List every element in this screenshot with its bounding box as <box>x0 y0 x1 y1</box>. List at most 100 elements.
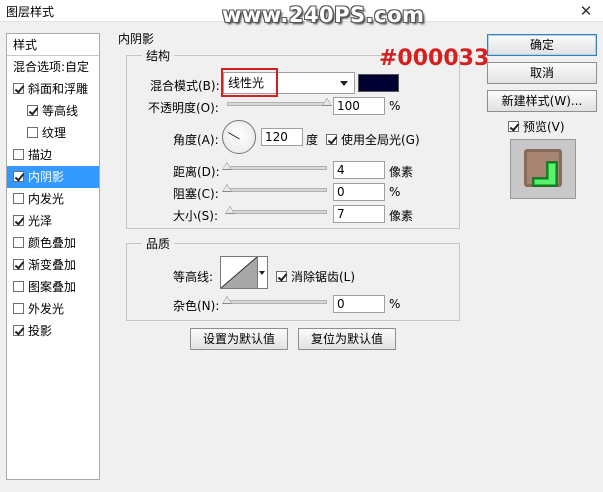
style-list-item[interactable]: 纹理 <box>7 122 99 144</box>
style-list-label: 描边 <box>28 148 53 162</box>
choke-label: 阻塞(C): <box>173 187 219 201</box>
size-input[interactable]: 7 <box>333 205 385 223</box>
distance-label: 距离(D): <box>173 165 220 179</box>
reset-default-button[interactable]: 复位为默认值 <box>298 328 396 350</box>
shadow-color-swatch[interactable] <box>358 74 399 92</box>
window-title: 图层样式 <box>6 5 55 19</box>
structure-title: 结构 <box>142 47 175 64</box>
preview-label: 预览(V) <box>523 120 565 134</box>
contour-label: 等高线: <box>173 270 214 284</box>
angle-label: 角度(A): <box>173 133 219 147</box>
angle-needle <box>227 132 240 140</box>
make-default-button[interactable]: 设置为默认值 <box>190 328 288 350</box>
style-list: 样式混合选项:自定斜面和浮雕等高线纹理描边内阴影内发光光泽颜色叠加渐变叠加图案叠… <box>6 33 100 480</box>
style-list-checkbox[interactable] <box>13 149 24 160</box>
style-list-item[interactable]: 内阴影 <box>7 166 99 188</box>
choke-input[interactable]: 0 <box>333 183 385 201</box>
size-slider[interactable] <box>227 210 327 214</box>
global-light-checkbox[interactable]: 使用全局光(G) <box>326 131 420 148</box>
style-list-checkbox[interactable] <box>13 281 24 292</box>
style-list-item[interactable]: 斜面和浮雕 <box>7 78 99 100</box>
distance-unit: 像素 <box>389 165 414 179</box>
style-list-label: 外发光 <box>28 302 65 316</box>
style-list-checkbox[interactable] <box>27 105 38 116</box>
opacity-slider[interactable] <box>227 102 327 106</box>
style-list-checkbox[interactable] <box>13 193 24 204</box>
watermark: www.240PS.com <box>222 3 425 27</box>
distance-slider-thumb[interactable] <box>222 162 232 170</box>
contour-dropdown[interactable] <box>258 256 268 289</box>
antialias-label: 消除锯齿(L) <box>291 270 356 284</box>
close-icon[interactable]: ✕ <box>576 1 596 21</box>
style-list-item[interactable]: 等高线 <box>7 100 99 122</box>
style-list-item[interactable]: 投影 <box>7 320 99 342</box>
style-list-label: 投影 <box>28 324 53 338</box>
new-style-button[interactable]: 新建样式(W)... <box>487 90 597 112</box>
style-list-checkbox[interactable] <box>13 237 24 248</box>
opacity-slider-thumb[interactable] <box>322 98 332 106</box>
style-list-checkbox[interactable] <box>13 215 24 226</box>
contour-picker[interactable] <box>220 256 258 289</box>
angle-dial[interactable] <box>222 120 256 154</box>
cancel-button[interactable]: 取消 <box>487 62 597 84</box>
opacity-input[interactable]: 100 <box>333 97 385 115</box>
global-light-check[interactable] <box>326 134 337 145</box>
style-list-checkbox[interactable] <box>13 83 24 94</box>
style-list-item[interactable]: 外发光 <box>7 298 99 320</box>
style-list-label: 渐变叠加 <box>28 258 77 272</box>
style-list-label: 内阴影 <box>28 170 65 184</box>
style-preview <box>510 139 576 199</box>
style-list-label: 内发光 <box>28 192 65 206</box>
noise-slider-thumb[interactable] <box>222 296 232 304</box>
chevron-down-icon <box>259 271 265 275</box>
style-list-label: 光泽 <box>28 214 53 228</box>
noise-input[interactable]: 0 <box>333 295 385 313</box>
noise-unit: % <box>389 297 401 311</box>
choke-slider[interactable] <box>227 188 327 192</box>
style-list-checkbox[interactable] <box>13 303 24 314</box>
style-list-checkbox[interactable] <box>13 325 24 336</box>
preview-image <box>511 140 575 198</box>
style-list-item[interactable]: 颜色叠加 <box>7 232 99 254</box>
size-slider-thumb[interactable] <box>225 206 235 214</box>
opacity-label: 不透明度(O): <box>148 101 219 115</box>
style-list-label: 颜色叠加 <box>28 236 77 250</box>
style-list-item[interactable]: 内发光 <box>7 188 99 210</box>
highlight-box <box>221 68 278 97</box>
distance-input[interactable]: 4 <box>333 161 385 179</box>
angle-input[interactable]: 120 <box>261 128 303 146</box>
style-list-checkbox[interactable] <box>13 171 24 182</box>
opacity-unit: % <box>389 99 401 113</box>
style-list-item[interactable]: 样式 <box>7 34 99 56</box>
distance-slider[interactable] <box>227 166 327 170</box>
global-light-label: 使用全局光(G) <box>341 133 420 147</box>
style-list-checkbox[interactable] <box>13 259 24 270</box>
antialias-checkbox[interactable]: 消除锯齿(L) <box>276 268 355 285</box>
size-unit: 像素 <box>389 209 414 223</box>
ok-button[interactable]: 确定 <box>487 34 597 56</box>
blend-mode-label: 混合模式(B): <box>150 79 220 93</box>
style-list-label: 图案叠加 <box>28 280 77 294</box>
style-list-item[interactable]: 渐变叠加 <box>7 254 99 276</box>
quality-title: 品质 <box>142 235 175 252</box>
style-list-item[interactable]: 光泽 <box>7 210 99 232</box>
style-list-label: 等高线 <box>42 104 79 118</box>
angle-unit: 度 <box>306 133 319 147</box>
style-list-label: 混合选项:自定 <box>13 60 90 74</box>
noise-label: 杂色(N): <box>173 299 220 313</box>
antialias-check[interactable] <box>276 271 287 282</box>
preview-checkbox[interactable]: 预览(V) <box>508 118 565 135</box>
style-list-item[interactable]: 图案叠加 <box>7 276 99 298</box>
style-list-item[interactable]: 混合选项:自定 <box>7 56 99 78</box>
contour-curve-icon <box>220 256 258 289</box>
noise-slider[interactable] <box>227 300 327 304</box>
size-label: 大小(S): <box>173 209 219 223</box>
style-list-checkbox[interactable] <box>27 127 38 138</box>
color-annotation: #000033 <box>379 46 490 71</box>
chevron-down-icon <box>340 81 348 86</box>
style-list-label: 纹理 <box>42 126 67 140</box>
style-list-label: 样式 <box>13 38 38 52</box>
choke-slider-thumb[interactable] <box>222 184 232 192</box>
preview-check[interactable] <box>508 121 519 132</box>
style-list-item[interactable]: 描边 <box>7 144 99 166</box>
